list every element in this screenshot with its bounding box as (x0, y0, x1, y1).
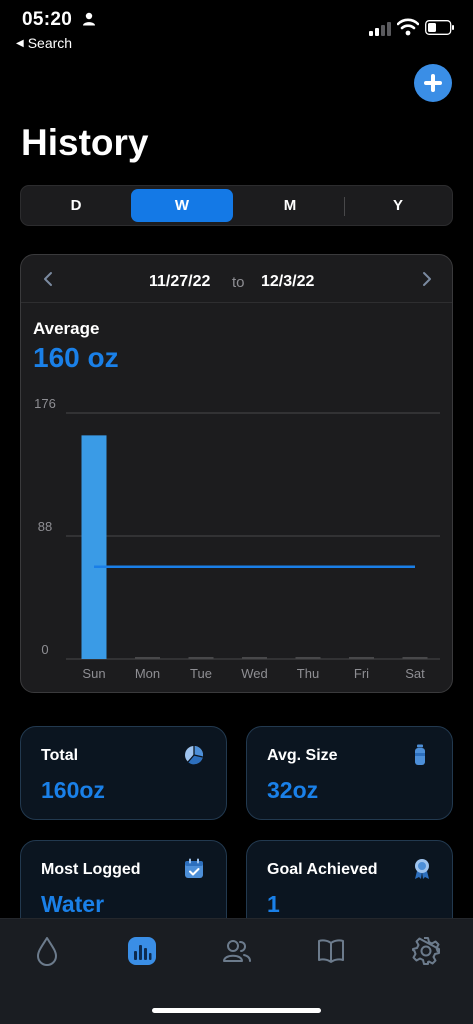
book-icon (318, 939, 344, 963)
wifi-icon (397, 18, 419, 36)
chart-bar (295, 657, 321, 659)
person-icon (83, 12, 95, 26)
battery-icon (425, 20, 454, 35)
cellular-signal-icon (369, 22, 391, 36)
stat-label: Avg. Size (267, 747, 338, 764)
chart-bar (349, 657, 374, 659)
history-chart-card: 11/27/22 to 12/3/22 Average 160 oz 176 88… (20, 254, 453, 693)
x-tick-label: Mon (135, 666, 160, 681)
chart-bar (402, 657, 428, 659)
chevron-right-icon[interactable] (416, 269, 436, 289)
tab-hydration[interactable] (31, 935, 63, 967)
stat-value: Water (41, 891, 105, 917)
stat-label: Most Logged (41, 861, 141, 878)
date-range-row: 11/27/22 to 12/3/22 (21, 255, 452, 303)
plus-icon (424, 74, 442, 92)
x-tick-label: Wed (241, 666, 268, 681)
y-tick-label: 88 (38, 519, 52, 534)
chart-bar (242, 657, 267, 659)
back-label: Search (27, 35, 73, 51)
settings-icon (412, 937, 440, 965)
history-chart-icon (128, 937, 156, 965)
add-entry-button[interactable] (414, 64, 452, 102)
stat-label: Total (41, 747, 79, 764)
stat-card-avg-size: Avg. Size 32oz (246, 726, 453, 820)
x-tick-label: Sun (82, 666, 105, 681)
calendar-check-icon (185, 858, 203, 878)
y-tick-label: 176 (34, 396, 56, 411)
back-to-search-link[interactable]: ◀ Search (16, 35, 72, 51)
tab-learn[interactable] (315, 935, 347, 967)
chart-bar (188, 657, 214, 659)
page-title: History (21, 122, 149, 163)
range-start-date: 11/27/22 (149, 273, 211, 290)
tab-week[interactable]: W (131, 189, 233, 222)
award-icon (415, 859, 429, 879)
bottle-icon (415, 744, 425, 765)
stat-value: 32oz (267, 777, 319, 803)
x-tick-label: Fri (354, 666, 369, 681)
drop-icon (37, 937, 57, 966)
stat-label: Goal Achieved (267, 861, 378, 878)
chevron-left-icon[interactable] (39, 269, 59, 289)
range-end-date: 12/3/22 (261, 273, 315, 290)
home-indicator (152, 1008, 321, 1013)
tab-year[interactable]: Y (347, 189, 449, 222)
chart-bar (81, 435, 107, 659)
average-value: 160 oz (33, 342, 119, 373)
status-time: 05:20 (22, 9, 73, 30)
status-bar: 05:20 ◀ Search (0, 0, 473, 60)
y-tick-label: 0 (41, 642, 48, 657)
chart-bar (135, 657, 160, 659)
people-icon (223, 940, 251, 962)
x-tick-label: Tue (190, 666, 212, 681)
x-tick-label: Thu (297, 666, 319, 681)
tab-history[interactable] (126, 935, 158, 967)
back-triangle-icon: ◀ (16, 37, 24, 49)
average-label: Average (33, 319, 100, 338)
tab-day[interactable]: D (25, 189, 127, 222)
stat-value: 1 (267, 891, 280, 917)
x-tick-label: Sat (405, 666, 425, 681)
range-separator: to (232, 274, 245, 291)
tab-settings[interactable] (410, 935, 442, 967)
tab-friends[interactable] (221, 935, 253, 967)
segment-divider (344, 197, 345, 216)
pie-chart-icon (185, 745, 204, 765)
period-segmented-control: D W M Y (20, 185, 453, 226)
stat-card-total: Total 160oz (20, 726, 227, 820)
stat-value: 160oz (41, 777, 105, 803)
tab-month[interactable]: M (239, 189, 341, 222)
weekly-bar-chart: 176 88 0 Sun Mon Tue Wed Thu Fri Sat (34, 396, 440, 681)
